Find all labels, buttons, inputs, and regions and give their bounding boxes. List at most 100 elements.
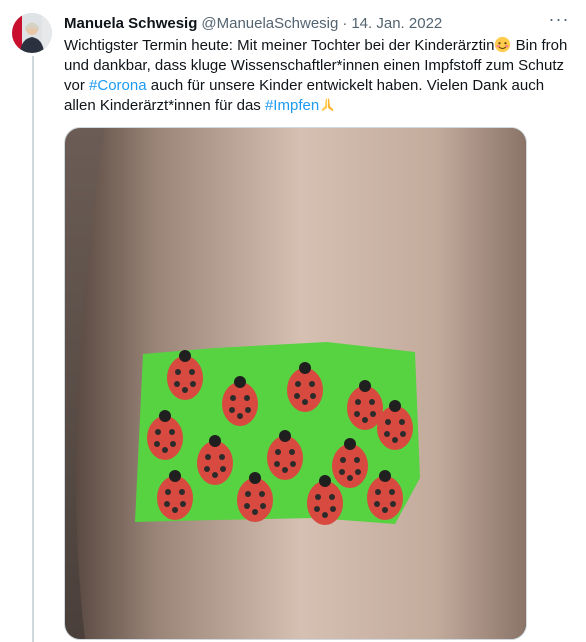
separator: ·	[342, 14, 348, 32]
ladybug-spot	[314, 506, 320, 512]
tweet-date[interactable]: 14. Jan. 2022	[351, 15, 442, 32]
ladybug-spot	[205, 454, 211, 460]
ladybug-spot	[219, 454, 225, 460]
ladybug-spot	[392, 437, 398, 443]
ladybug-spot	[362, 417, 368, 423]
ladybug-head	[379, 470, 391, 482]
ladybug-spot	[354, 411, 360, 417]
ladybug-spot	[182, 387, 188, 393]
plaster	[135, 342, 420, 525]
ladybug-mark	[167, 356, 203, 400]
ladybug-spot	[179, 489, 185, 495]
ladybug-spot	[244, 503, 250, 509]
ladybug-spot	[389, 489, 395, 495]
hashtag-corona[interactable]: #Corona	[89, 77, 147, 94]
ladybug-spot	[384, 431, 390, 437]
smiling-face-icon	[494, 36, 511, 53]
ladybug-spot	[295, 381, 301, 387]
ladybug-spot	[190, 381, 196, 387]
ladybug-spot	[330, 506, 336, 512]
folded-hands-icon	[319, 96, 336, 113]
ladybug-spot	[274, 461, 280, 467]
ladybug-spot	[230, 395, 236, 401]
ladybug-spot	[175, 369, 181, 375]
ladybug-spot	[290, 461, 296, 467]
ladybug-mark	[377, 406, 413, 450]
ladybug-spot	[355, 399, 361, 405]
ladybug-spot	[315, 494, 321, 500]
ladybug-spot	[245, 491, 251, 497]
ladybug-spot	[399, 419, 405, 425]
ladybug-spot	[245, 407, 251, 413]
ladybug-spot	[289, 449, 295, 455]
ladybug-head	[249, 472, 261, 484]
ladybug-spot	[294, 393, 300, 399]
ladybug-spot	[169, 429, 175, 435]
hashtag-impfen[interactable]: #Impfen	[265, 97, 319, 114]
display-name[interactable]: Manuela Schwesig	[64, 15, 197, 32]
ladybug-spot	[385, 419, 391, 425]
ladybug-spot	[164, 501, 170, 507]
avatar[interactable]	[12, 13, 52, 53]
thread-line	[32, 56, 34, 642]
ladybug-mark	[367, 476, 403, 520]
tweet-text: Wichtigster Termin heute: Mit meiner Toc…	[64, 36, 574, 116]
ladybug-spot	[355, 469, 361, 475]
ladybug-mark	[197, 441, 233, 485]
more-options-icon[interactable]: ···	[548, 10, 570, 34]
ladybug-spot	[339, 469, 345, 475]
ladybug-mark	[237, 478, 273, 522]
ladybug-spot	[309, 381, 315, 387]
ladybug-spot	[340, 457, 346, 463]
ladybug-spot	[252, 509, 258, 515]
ladybug-mark	[157, 476, 193, 520]
ladybug-spot	[374, 501, 380, 507]
ladybug-head	[359, 380, 371, 392]
ladybug-spot	[165, 489, 171, 495]
ladybug-spot	[310, 393, 316, 399]
tweet-header: Manuela Schwesig @ManuelaSchwesig · 14. …	[64, 10, 570, 34]
ladybug-mark	[307, 481, 343, 525]
ladybug-spot	[212, 472, 218, 478]
ladybug-head	[279, 430, 291, 442]
user-handle[interactable]: @ManuelaSchwesig	[201, 15, 338, 32]
ladybug-mark	[267, 436, 303, 480]
ladybug-spot	[329, 494, 335, 500]
ladybug-spot	[400, 431, 406, 437]
ladybug-spot	[370, 411, 376, 417]
ladybug-spot	[275, 449, 281, 455]
ladybug-head	[319, 475, 331, 487]
ladybug-spot	[347, 475, 353, 481]
ladybug-spot	[390, 501, 396, 507]
ladybug-spot	[155, 429, 161, 435]
ladybug-head	[344, 438, 356, 450]
ladybug-spot	[170, 441, 176, 447]
ladybug-head	[209, 435, 221, 447]
ladybug-mark	[287, 368, 323, 412]
ladybug-spot	[259, 491, 265, 497]
ladybug-mark	[332, 444, 368, 488]
tweet-photo[interactable]	[64, 127, 527, 640]
tweet-text-part: Wichtigster Termin heute: Mit meiner Toc…	[64, 37, 495, 54]
ladybug-spot	[172, 507, 178, 513]
ladybug-head	[179, 350, 191, 362]
ladybug-spot	[204, 466, 210, 472]
ladybug-spot	[322, 512, 328, 518]
ladybug-head	[234, 376, 246, 388]
ladybug-spot	[220, 466, 226, 472]
ladybug-spot	[154, 441, 160, 447]
ladybug-spot	[282, 467, 288, 473]
ladybug-spot	[189, 369, 195, 375]
ladybug-spot	[375, 489, 381, 495]
ladybug-spot	[174, 381, 180, 387]
ladybug-mark	[222, 382, 258, 426]
ladybug-mark	[147, 416, 183, 460]
ladybug-spot	[237, 413, 243, 419]
ladybug-spot	[354, 457, 360, 463]
ladybug-spot	[244, 395, 250, 401]
ladybug-spot	[302, 399, 308, 405]
ladybug-spot	[162, 447, 168, 453]
ladybug-head	[389, 400, 401, 412]
ladybug-spot	[260, 503, 266, 509]
ladybug-spot	[180, 501, 186, 507]
